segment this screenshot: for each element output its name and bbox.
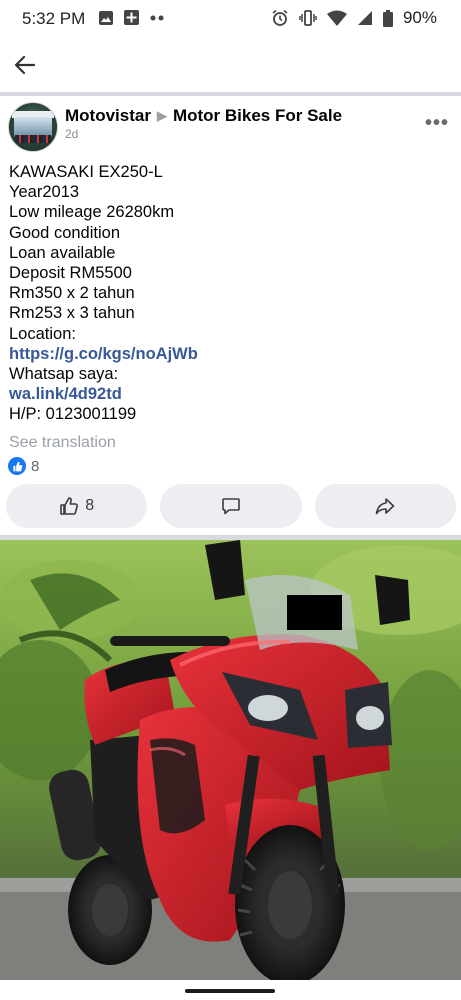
status-bar: 5:32 PM 90% (0, 0, 461, 38)
post-line: Good condition (9, 223, 120, 242)
post-line: Rm253 x 3 tahun (9, 304, 135, 323)
motorcycle-photo (0, 540, 461, 980)
like-count: 8 (85, 497, 95, 514)
avatar[interactable] (8, 102, 58, 152)
post-line: Rm350 x 2 tahun (9, 284, 135, 303)
battery-icon (382, 9, 393, 27)
share-button[interactable] (314, 484, 456, 528)
post-time[interactable]: 2d (65, 127, 78, 141)
wifi-icon (326, 10, 347, 26)
vibrate-icon (299, 10, 317, 26)
alarm-icon (272, 9, 288, 26)
reaction-count: 8 (31, 457, 40, 475)
reaction-summary[interactable]: 8 (8, 457, 39, 475)
post-line: Loan available (9, 243, 116, 262)
post-line: Location: (9, 324, 76, 343)
like-reaction-icon (8, 457, 26, 475)
whatsapp-link[interactable]: wa.link/4d92td (9, 384, 198, 404)
post-line: KAWASAKI EX250-L (9, 163, 163, 181)
thumbs-up-icon (60, 497, 79, 515)
comment-icon (222, 498, 240, 515)
signal-icon (357, 11, 372, 25)
like-button[interactable]: 8 (6, 484, 148, 528)
more-dots-icon[interactable]: ••• (425, 112, 449, 135)
comment-button[interactable] (160, 484, 302, 528)
more-notifications-icon (150, 15, 164, 20)
post-actions: 8 (6, 484, 456, 528)
notification-icons (98, 9, 165, 26)
gallery-icon (99, 10, 113, 25)
post-line: Low mileage 26280km (9, 203, 175, 222)
status-time: 5:32 PM (22, 9, 86, 28)
group-name[interactable]: Motor Bikes For Sale (173, 106, 342, 126)
post-photo[interactable] (0, 540, 461, 980)
top-bar (0, 38, 461, 96)
post-line: Deposit RM5500 (9, 264, 132, 283)
whatsapp-label: Whatsap saya: (9, 365, 119, 384)
add-box-icon (124, 10, 139, 25)
post-body: KAWASAKI EX250-L Year2013 Low mileage 26… (9, 162, 198, 425)
home-gesture-handle[interactable] (185, 989, 275, 993)
share-icon (376, 498, 395, 515)
arrow-left-icon[interactable] (12, 52, 38, 78)
caret-right-icon: ▶ (156, 108, 167, 123)
author-name[interactable]: Motovistar (65, 106, 151, 126)
battery-level: 90% (402, 8, 437, 27)
location-link[interactable]: https://g.co/kgs/noAjWb (9, 344, 198, 364)
post-line: Year2013 (9, 183, 80, 202)
system-icons: 90% (271, 8, 437, 28)
see-translation-link[interactable]: See translation (9, 434, 116, 452)
post-header: Motovistar ▶ Motor Bikes For Sale 2d ••• (0, 96, 461, 156)
post-author-line: Motovistar ▶ Motor Bikes For Sale (65, 106, 342, 126)
phone-number: H/P: 0123001199 (9, 405, 137, 424)
system-navigation-bar (0, 980, 461, 1000)
